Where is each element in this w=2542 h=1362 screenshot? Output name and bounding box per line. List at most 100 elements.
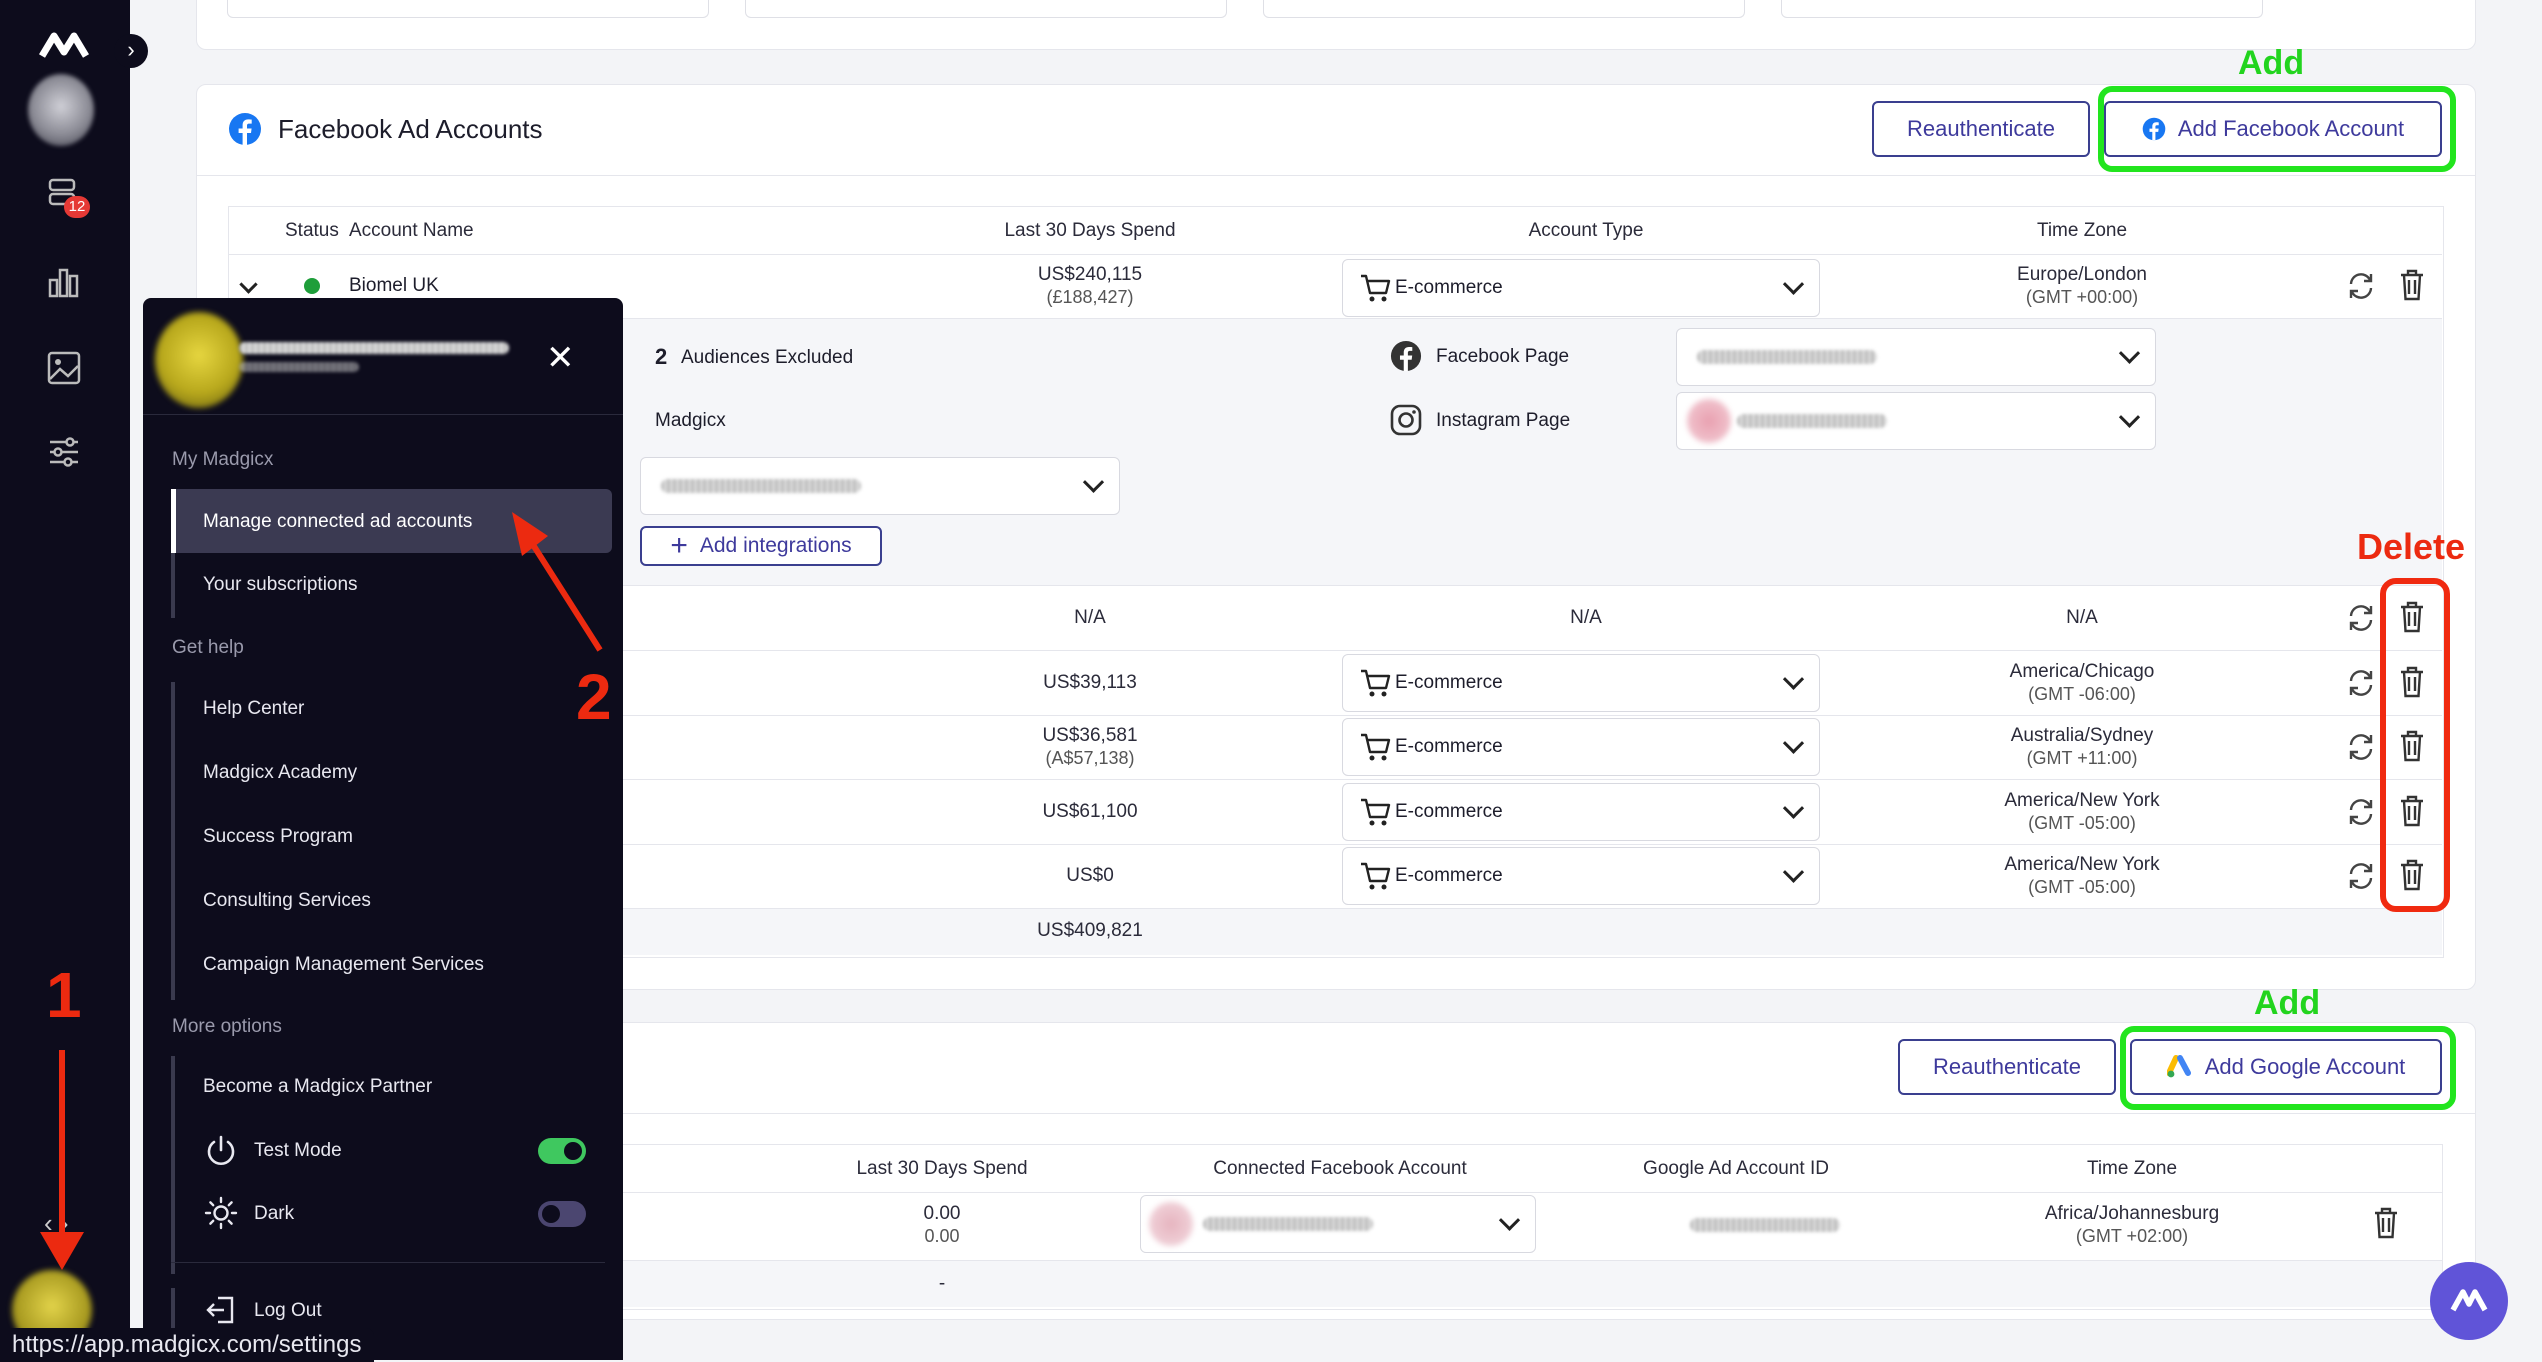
user-menu-avatar — [155, 312, 243, 408]
col-account-name: Account Name — [349, 220, 474, 241]
time-zone-value: Europe/London — [2017, 264, 2147, 285]
annotation-step-1: 1 — [46, 959, 82, 1031]
time-zone-offset: (GMT +00:00) — [2025, 287, 2139, 307]
add-integrations-button[interactable]: + Add integrations — [640, 526, 882, 566]
refresh-icon[interactable] — [2346, 667, 2376, 699]
user-email-blurred — [239, 362, 359, 372]
annotation-step-2: 2 — [576, 661, 612, 733]
menu-item-help-center[interactable]: Help Center — [203, 698, 304, 720]
account-type-select[interactable]: E-commerce — [1342, 259, 1820, 317]
menu-item-manage-label: Manage connected ad accounts — [203, 511, 473, 532]
annotation-add-top: Add — [2238, 44, 2305, 82]
expand-chevrons-icon[interactable]: ‹ › — [44, 1208, 69, 1239]
google-spend-value: 0.00 — [923, 1203, 961, 1224]
time-zone-value: Australia/Sydney — [2010, 725, 2154, 746]
menu-item-become-partner[interactable]: Become a Madgicx Partner — [203, 1076, 432, 1098]
status-active-dot — [304, 278, 320, 294]
chevron-down-icon — [2118, 342, 2141, 364]
madgicx-chat-icon — [2450, 1289, 2488, 1312]
facebook-page-icon — [1390, 340, 1422, 372]
total-spend: US$409,821 — [1037, 920, 1143, 941]
user-name-blurred — [239, 342, 509, 354]
account-type-select[interactable]: E-commerce — [1342, 847, 1820, 905]
account-type-select[interactable]: E-commerce — [1342, 654, 1820, 712]
facebook-page-label: Facebook Page — [1436, 346, 1570, 367]
notification-badge: 12 — [64, 196, 90, 218]
account-type-select[interactable]: E-commerce — [1342, 783, 1820, 841]
col-last-30-days-spend: Last 30 Days Spend — [1004, 220, 1176, 241]
menu-item-log-out[interactable]: Log Out — [254, 1300, 322, 1322]
spend-value: US$39,113 — [1043, 672, 1137, 693]
facebook-reauthenticate-button[interactable]: Reauthenticate — [1872, 101, 2090, 157]
facebook-page-select[interactable] — [1676, 328, 2156, 386]
chevron-down-icon — [1082, 471, 1105, 493]
logout-icon — [206, 1296, 234, 1324]
power-icon — [207, 1135, 235, 1165]
refresh-icon[interactable] — [2346, 860, 2376, 892]
browser-status-url: https://app.madgicx.com/settings — [0, 1328, 374, 1362]
annotation-add-bottom: Add — [2254, 984, 2321, 1022]
image-icon[interactable] — [44, 348, 84, 388]
menu-section-get-help: Get help — [172, 637, 244, 658]
instagram-icon — [1390, 404, 1422, 436]
menu-item-consulting-services[interactable]: Consulting Services — [203, 890, 371, 912]
time-zone-value: America/New York — [2004, 790, 2160, 811]
madgicx-label: Madgicx — [655, 410, 726, 431]
spend-value: US$36,581 — [1042, 725, 1138, 746]
chevron-down-icon — [2118, 406, 2141, 428]
col-google-time-zone: Time Zone — [2086, 1158, 2178, 1179]
refresh-icon[interactable] — [2346, 796, 2376, 828]
google-reauthenticate-button[interactable]: Reauthenticate — [1898, 1039, 2116, 1095]
facebook-icon — [229, 113, 261, 145]
test-mode-toggle[interactable] — [538, 1138, 586, 1164]
google-time-zone-offset: (GMT +02:00) — [2075, 1226, 2189, 1246]
menu-section-more-options: More options — [172, 1016, 282, 1037]
refresh-icon[interactable] — [2346, 602, 2376, 634]
col-account-type: Account Type — [1528, 220, 1644, 241]
menu-section-my-madgicx: My Madgicx — [172, 449, 274, 470]
spend-value: US$240,115 — [1037, 264, 1143, 285]
close-icon[interactable]: ✕ — [546, 338, 575, 378]
refresh-icon[interactable] — [2346, 731, 2376, 763]
col-google-ad-account-id: Google Ad Account ID — [1643, 1158, 1829, 1179]
spend-value: US$0 — [1066, 865, 1114, 886]
dark-mode-label: Dark — [254, 1203, 295, 1224]
time-zone-offset: (GMT +11:00) — [2026, 748, 2138, 768]
time-zone-value: N/A — [2066, 607, 2098, 628]
highlight-add-facebook-account — [2098, 86, 2456, 172]
sliders-icon[interactable] — [44, 432, 84, 472]
time-zone-offset: (GMT -06:00) — [2028, 684, 2136, 704]
shopping-cart-icon — [1361, 669, 1391, 697]
account-name: Biomel UK — [349, 275, 439, 296]
instagram-page-select[interactable] — [1676, 392, 2156, 450]
spend-value: US$61,100 — [1042, 801, 1138, 822]
trash-icon[interactable] — [2398, 268, 2426, 302]
google-total-spend: - — [938, 1273, 946, 1294]
account-avatar[interactable] — [28, 74, 94, 146]
shopping-cart-icon — [1361, 862, 1391, 890]
account-type-value: N/A — [1570, 607, 1602, 628]
col-time-zone: Time Zone — [2036, 220, 2128, 241]
madgicx-logo[interactable] — [38, 30, 90, 60]
menu-item-your-subscriptions[interactable]: Your subscriptions — [203, 574, 358, 596]
chat-support-button[interactable] — [2430, 1262, 2508, 1340]
audiences-count: 2 — [655, 344, 668, 369]
sidebar-toggle-chevron-icon[interactable]: › — [114, 34, 148, 68]
refresh-icon[interactable] — [2346, 270, 2376, 302]
menu-item-madgicx-academy[interactable]: Madgicx Academy — [203, 762, 357, 784]
dark-mode-toggle[interactable] — [538, 1201, 586, 1227]
connected-facebook-account-select[interactable] — [1140, 1195, 1536, 1253]
shopping-cart-icon — [1361, 733, 1391, 761]
spend-local-value: (A$57,138) — [1045, 748, 1135, 768]
madgicx-select[interactable] — [640, 457, 1120, 515]
total-row — [612, 909, 2442, 955]
menu-item-campaign-management-services[interactable]: Campaign Management Services — [203, 954, 484, 976]
col-connected-facebook-account: Connected Facebook Account — [1213, 1158, 1467, 1179]
analytics-icon[interactable] — [44, 262, 84, 302]
time-zone-offset: (GMT -05:00) — [2028, 877, 2136, 897]
plus-icon: + — [670, 529, 688, 562]
time-zone-value: America/New York — [2004, 854, 2160, 875]
trash-icon[interactable] — [2372, 1206, 2400, 1240]
menu-item-success-program[interactable]: Success Program — [203, 826, 353, 848]
account-type-select[interactable]: E-commerce — [1342, 718, 1820, 776]
